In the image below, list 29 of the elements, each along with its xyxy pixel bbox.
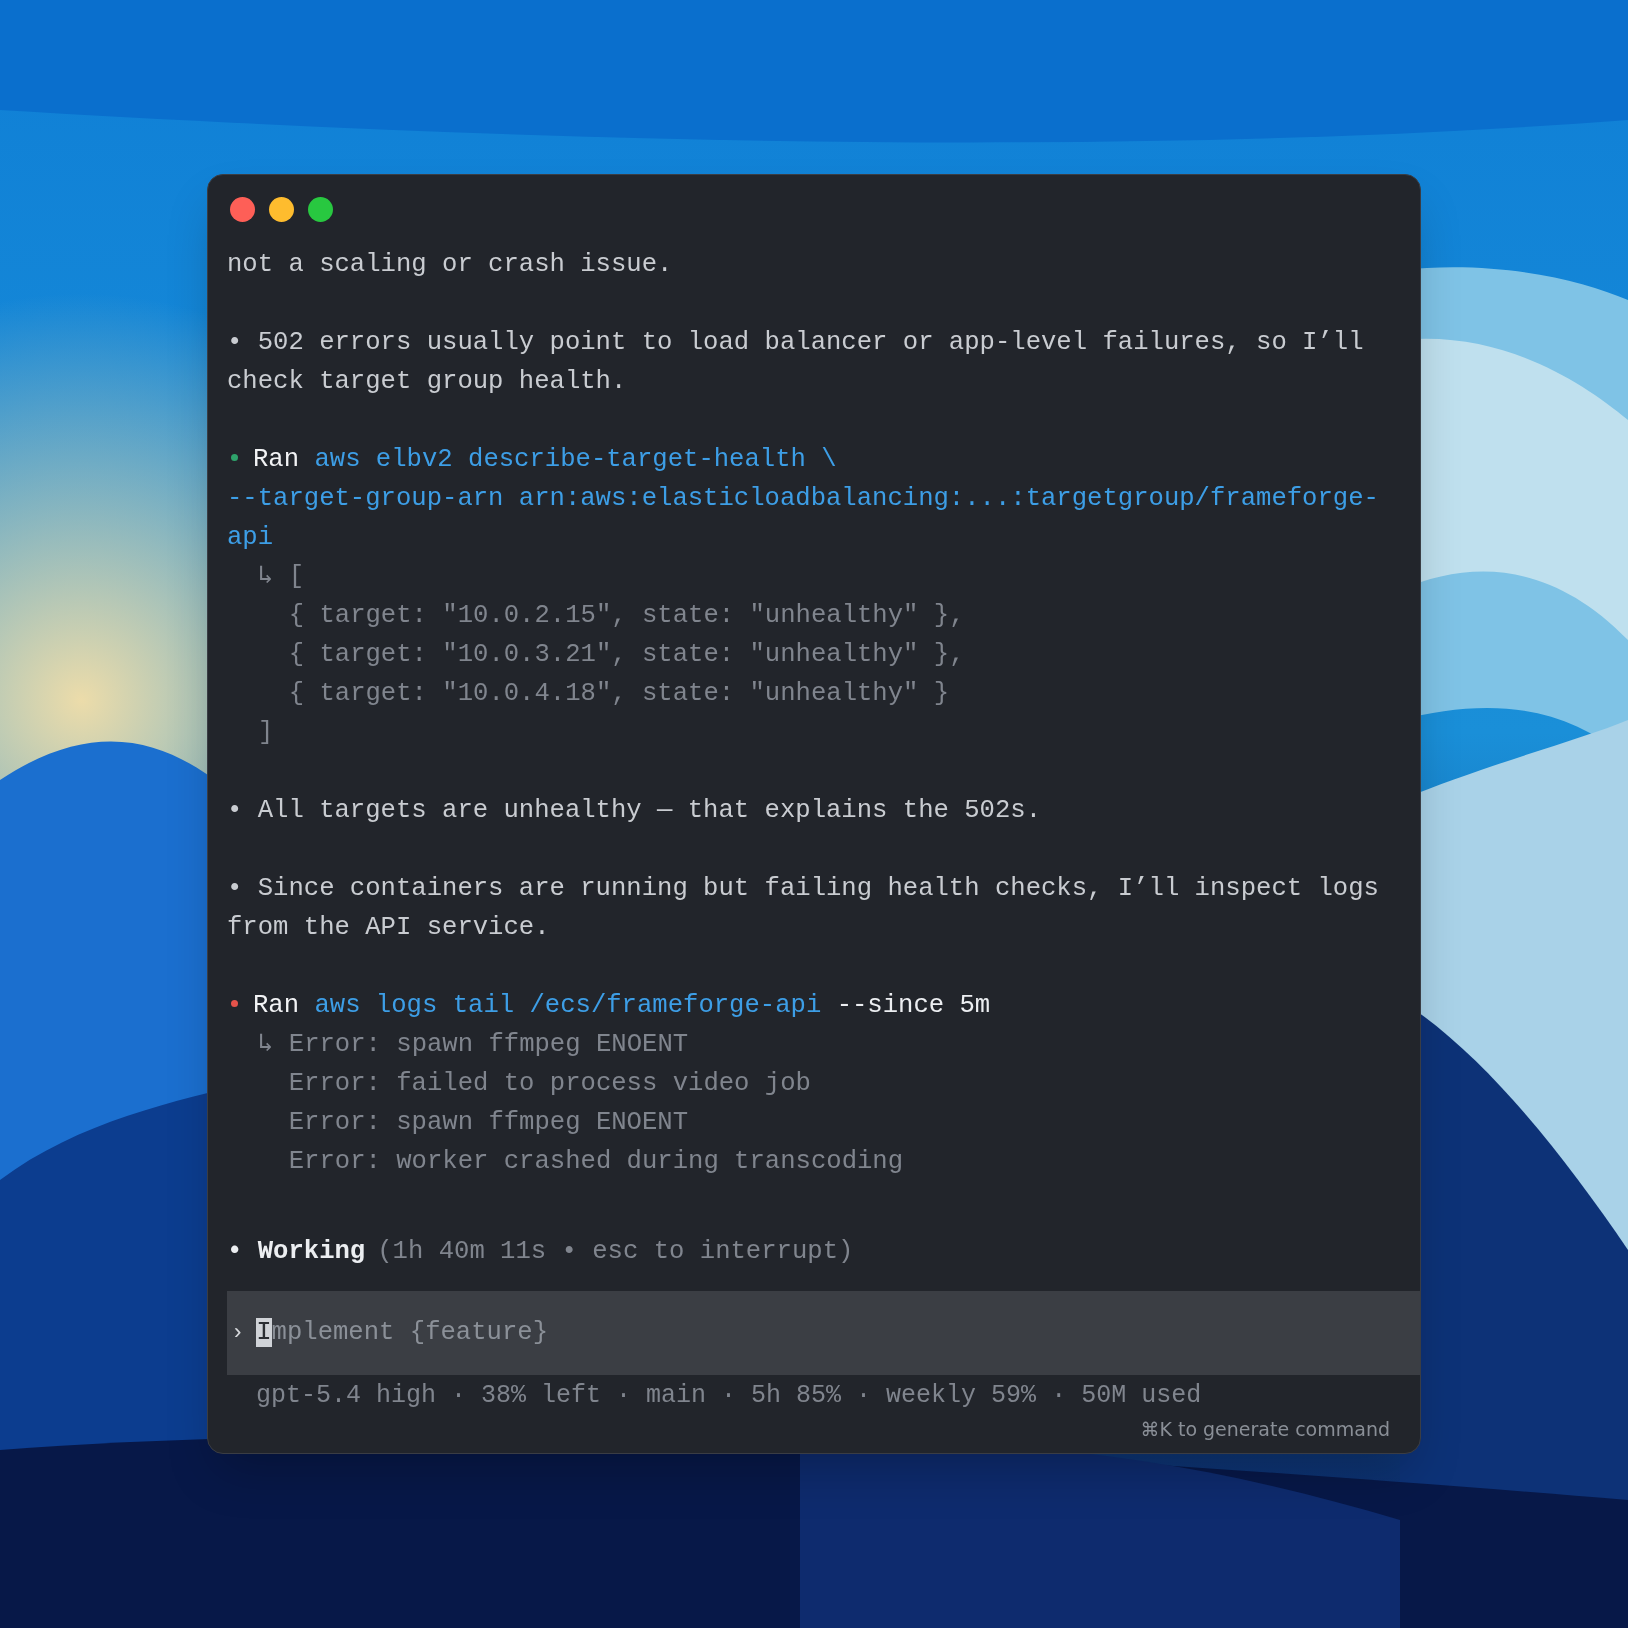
output-line: Error: worker crashed during transcoding — [287, 1146, 905, 1178]
command-text: aws elbv2 describe-target-health \ — [314, 445, 837, 474]
composer-field[interactable]: › Implement {feature} — [227, 1291, 1420, 1375]
window-control-button[interactable] — [230, 197, 255, 222]
message-text: not a scaling or crash issue. — [227, 249, 674, 281]
placeholder-text: Implement {feature} — [256, 1316, 549, 1349]
ran-label: Ran — [253, 991, 300, 1020]
status-info: gpt-5.4 high · 38% left · main · 5h 85% · weekly 59% · 50M used — [256, 1380, 1203, 1412]
status-label: • Working — [227, 1236, 366, 1268]
message-text: • All targets are unhealthy — that explains the 502s. — [227, 795, 1042, 827]
output-line: ] — [258, 717, 275, 749]
ran-label: Ran — [253, 445, 300, 474]
prompt-chevron: › — [231, 1319, 245, 1348]
output-line: ↳ [ — [258, 561, 306, 593]
message-text: • Since containers are running but failing health checks, I’ll inspect logs from the API service. — [227, 873, 1380, 944]
command-text: --target-group-arn arn:aws:elasticloadbalancing:...:targetgroup/frameforge-api — [227, 483, 1380, 554]
command-text: aws logs tail /ecs/frameforge-api — [314, 991, 822, 1020]
output-line: Error: failed to process video job — [287, 1068, 812, 1100]
output-line: Error: spawn ffmpeg ENOENT — [287, 1107, 690, 1139]
command-args: --since 5m — [836, 991, 991, 1020]
output-line: { target: "10.0.2.15", state: "unhealthy" }, — [287, 600, 966, 632]
window-control-button[interactable] — [308, 197, 333, 222]
hint-text: ⌘K to generate command — [1140, 1417, 1390, 1442]
status-detail: (1h 40m 11s • esc to interrupt) — [377, 1236, 854, 1268]
output-line: { target: "10.0.3.21", state: "unhealthy" }, — [287, 639, 966, 671]
output-line: { target: "10.0.4.18", state: "unhealthy" } — [287, 678, 951, 710]
message-text: • 502 errors usually point to load balancer or app-level failures, so I’ll check target group health. — [227, 327, 1365, 398]
window-control-button[interactable] — [269, 197, 294, 222]
output-line: ↳ Error: spawn ffmpeg ENOENT — [258, 1029, 690, 1061]
